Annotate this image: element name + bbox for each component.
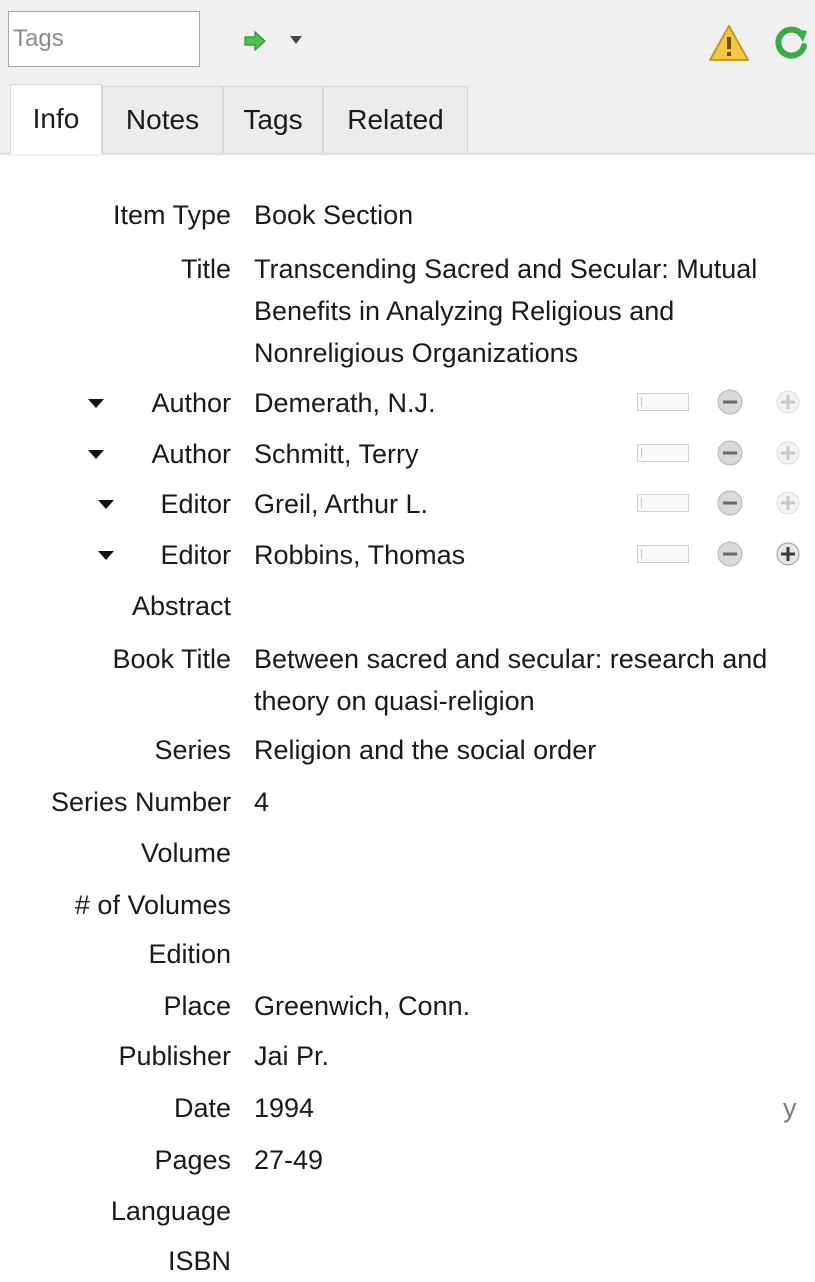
- green-right-arrow-icon[interactable]: [243, 30, 267, 52]
- field-label: Series Number: [50, 787, 231, 817]
- series-value[interactable]: Religion and the social order: [254, 729, 809, 771]
- field-label: Publisher: [118, 1041, 231, 1071]
- field-label: Title: [180, 254, 231, 284]
- creator-role[interactable]: Editor: [160, 483, 231, 525]
- toolbar: [0, 0, 815, 82]
- field-label: Book Title: [112, 644, 231, 674]
- title-value[interactable]: Transcending Sacred and Secular: Mutual …: [254, 248, 809, 374]
- add-creator-icon[interactable]: [774, 439, 802, 467]
- chevron-down-icon[interactable]: [290, 36, 302, 44]
- field-label: Volume: [140, 838, 231, 868]
- title-line: Benefits in Analyzing Religious and: [254, 296, 675, 326]
- info-pane: Item Type Book Section Title Transcendin…: [0, 156, 815, 1276]
- tags-filter-input[interactable]: [8, 11, 200, 67]
- publisher-value[interactable]: Jai Pr.: [254, 1035, 809, 1077]
- tab-strip: Info Notes Tags Related: [0, 82, 815, 156]
- name-mode-switch[interactable]: [637, 545, 689, 563]
- field-label: Series: [154, 735, 231, 765]
- warning-triangle-icon[interactable]: [708, 24, 750, 62]
- item-type-value[interactable]: Book Section: [254, 194, 809, 236]
- place-value[interactable]: Greenwich, Conn.: [254, 985, 809, 1027]
- name-mode-switch[interactable]: [637, 444, 689, 462]
- creator-role[interactable]: Author: [151, 433, 231, 475]
- tab-info[interactable]: Info: [10, 84, 102, 154]
- add-creator-icon[interactable]: [774, 540, 802, 568]
- series-number-value[interactable]: 4: [254, 781, 809, 823]
- field-label: ISBN: [167, 1246, 231, 1276]
- field-label: # of Volumes: [74, 890, 231, 920]
- tab-related[interactable]: Related: [323, 86, 468, 153]
- book-title-value[interactable]: Between sacred and secular: research and…: [254, 638, 809, 722]
- date-parsed-indicator: y: [783, 1093, 797, 1123]
- book-title-line: theory on quasi-religion: [254, 686, 535, 716]
- green-sync-icon[interactable]: [773, 24, 809, 60]
- field-label: Date: [173, 1093, 231, 1123]
- name-mode-switch[interactable]: [637, 494, 689, 512]
- field-label: Language: [110, 1196, 231, 1226]
- field-label: Edition: [148, 939, 231, 969]
- field-label: Abstract: [131, 591, 231, 621]
- creator-role[interactable]: Author: [151, 382, 231, 424]
- field-label: Item Type: [112, 200, 231, 230]
- add-creator-icon[interactable]: [774, 489, 802, 517]
- book-title-line: Between sacred and secular: research and: [254, 644, 768, 674]
- title-line: Transcending Sacred and Secular: Mutual: [254, 254, 758, 284]
- add-creator-icon[interactable]: [774, 388, 802, 416]
- title-line: Nonreligious Organizations: [254, 338, 579, 368]
- creator-type-menu-icon[interactable]: [98, 551, 114, 560]
- date-value[interactable]: 1994: [254, 1087, 809, 1129]
- pages-value[interactable]: 27-49: [254, 1139, 809, 1181]
- creator-type-menu-icon[interactable]: [88, 399, 104, 408]
- remove-creator-icon[interactable]: [716, 388, 744, 416]
- name-mode-switch[interactable]: [637, 393, 689, 411]
- tab-divider: [0, 153, 815, 154]
- field-label: Pages: [154, 1145, 231, 1175]
- tab-tags[interactable]: Tags: [223, 86, 323, 153]
- creator-type-menu-icon[interactable]: [98, 500, 114, 509]
- remove-creator-icon[interactable]: [716, 489, 744, 517]
- remove-creator-icon[interactable]: [716, 439, 744, 467]
- creator-role[interactable]: Editor: [160, 534, 231, 576]
- creator-type-menu-icon[interactable]: [88, 450, 104, 459]
- tab-notes[interactable]: Notes: [102, 86, 223, 153]
- field-label: Place: [163, 991, 231, 1021]
- remove-creator-icon[interactable]: [716, 540, 744, 568]
